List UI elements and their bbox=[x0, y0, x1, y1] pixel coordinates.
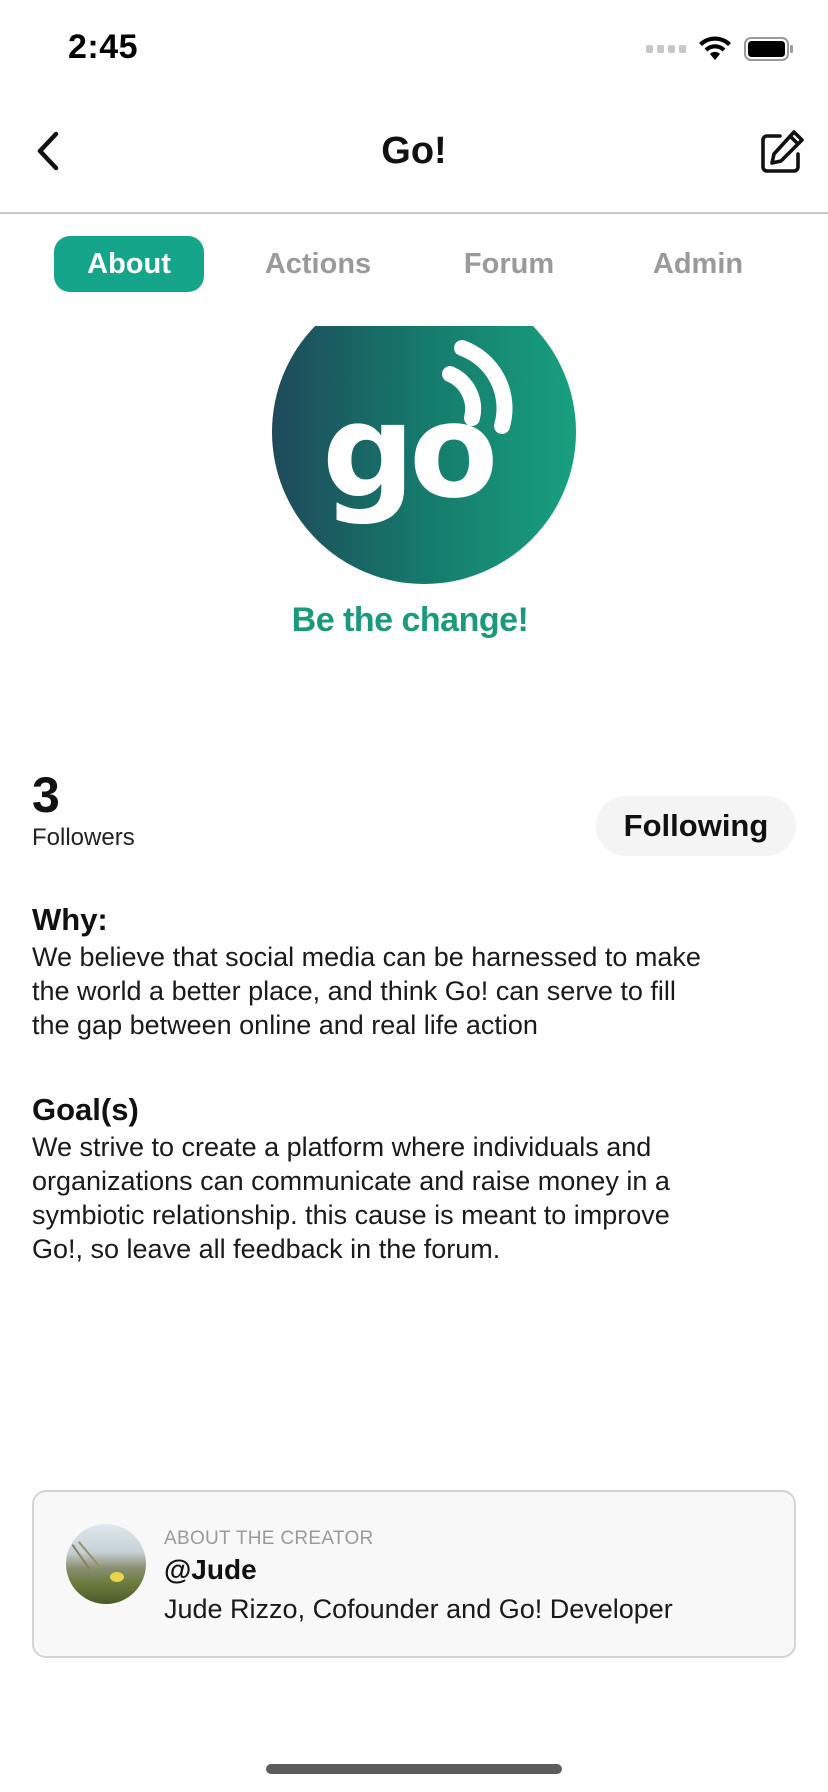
creator-eyebrow: ABOUT THE CREATOR bbox=[164, 1528, 374, 1549]
wifi-icon bbox=[699, 36, 731, 60]
cause-logo: go Be the change! bbox=[240, 326, 580, 656]
status-icons bbox=[646, 36, 794, 62]
why-title: Why: bbox=[32, 902, 108, 937]
edit-button[interactable] bbox=[758, 128, 806, 176]
avatar bbox=[66, 1524, 146, 1604]
creator-handle: @Jude bbox=[164, 1554, 257, 1585]
goals-line: Go!, so leave all feedback in the forum. bbox=[32, 1234, 501, 1264]
battery-icon bbox=[744, 37, 793, 61]
creator-description: Jude Rizzo, Cofounder and Go! Developer bbox=[164, 1594, 673, 1624]
page-title: Go! bbox=[381, 130, 447, 172]
goals-line: symbiotic relationship. this cause is me… bbox=[32, 1200, 670, 1230]
home-indicator bbox=[266, 1764, 562, 1774]
goals-line: We strive to create a platform where ind… bbox=[32, 1132, 652, 1162]
why-line: the world a better place, and think Go! … bbox=[32, 976, 676, 1006]
goals-title: Goal(s) bbox=[32, 1092, 139, 1127]
cellular-signal-icon bbox=[646, 45, 686, 53]
nav-bar: Go! bbox=[0, 100, 828, 214]
goals-line: organizations can communicate and raise … bbox=[32, 1166, 670, 1196]
why-body: We believe that social media can be harn… bbox=[32, 940, 792, 1042]
why-line: the gap between online and real life act… bbox=[32, 1010, 538, 1040]
go-logo-icon: go bbox=[272, 326, 576, 584]
tab-admin[interactable]: Admin bbox=[630, 236, 766, 292]
why-line: We believe that social media can be harn… bbox=[32, 942, 701, 972]
goals-body: We strive to create a platform where ind… bbox=[32, 1130, 792, 1266]
edit-icon bbox=[761, 130, 804, 173]
tab-about[interactable]: About bbox=[54, 236, 204, 292]
followers-label: Followers bbox=[32, 824, 135, 851]
tab-forum[interactable]: Forum bbox=[442, 236, 576, 292]
tab-actions[interactable]: Actions bbox=[248, 236, 388, 292]
creator-card[interactable]: ABOUT THE CREATOR @Jude Jude Rizzo, Cofo… bbox=[32, 1490, 796, 1658]
status-bar: 2:45 bbox=[0, 0, 828, 100]
logo-tagline: Be the change! bbox=[291, 601, 529, 639]
following-button[interactable]: Following bbox=[596, 796, 796, 856]
followers-count: 3 bbox=[32, 767, 60, 823]
tab-bar: About Actions Forum Admin bbox=[0, 226, 828, 292]
status-time: 2:45 bbox=[68, 28, 139, 66]
